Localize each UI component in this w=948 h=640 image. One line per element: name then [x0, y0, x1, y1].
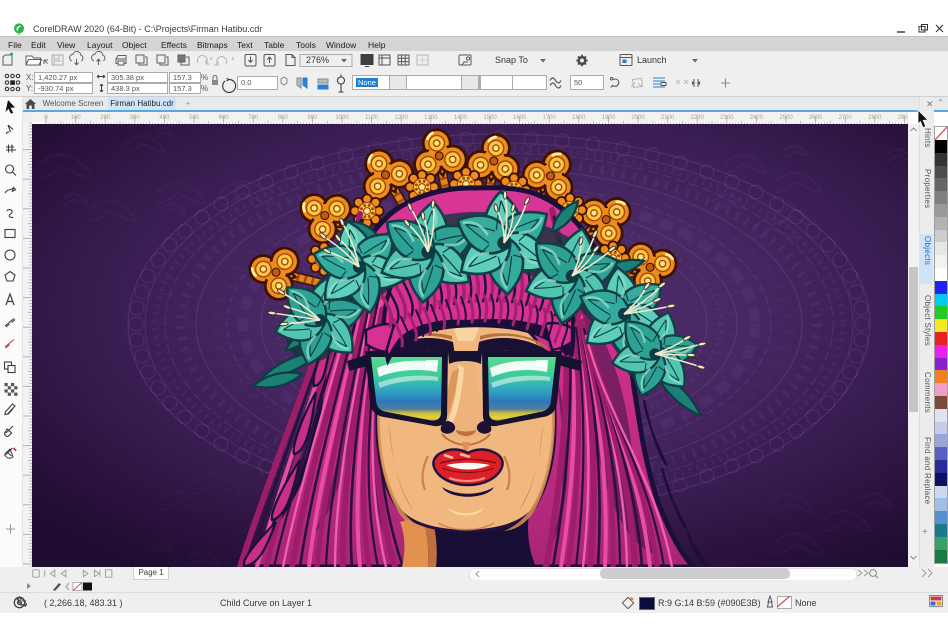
svg-text:Launch: Launch	[637, 55, 667, 65]
svg-text:Snap To: Snap To	[495, 55, 528, 65]
svg-text:276%: 276%	[306, 55, 329, 65]
